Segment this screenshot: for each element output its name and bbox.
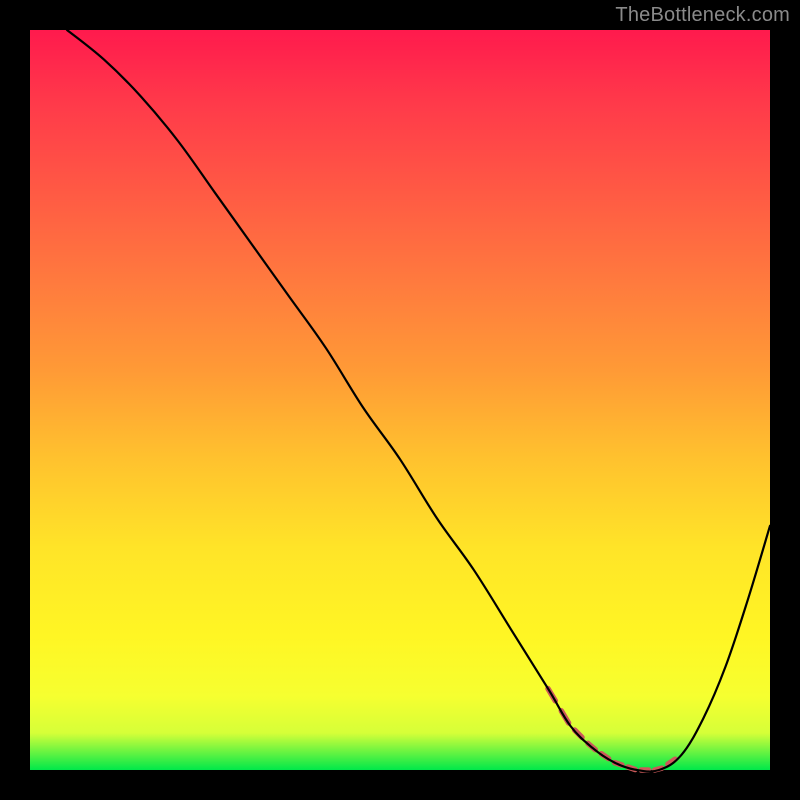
watermark-text: TheBottleneck.com <box>615 4 790 27</box>
plot-area <box>30 30 770 770</box>
highlight-dash-group <box>548 689 675 770</box>
bottleneck-curve-line <box>67 30 770 772</box>
curve-svg <box>30 30 770 770</box>
chart-frame: TheBottleneck.com <box>0 0 800 800</box>
